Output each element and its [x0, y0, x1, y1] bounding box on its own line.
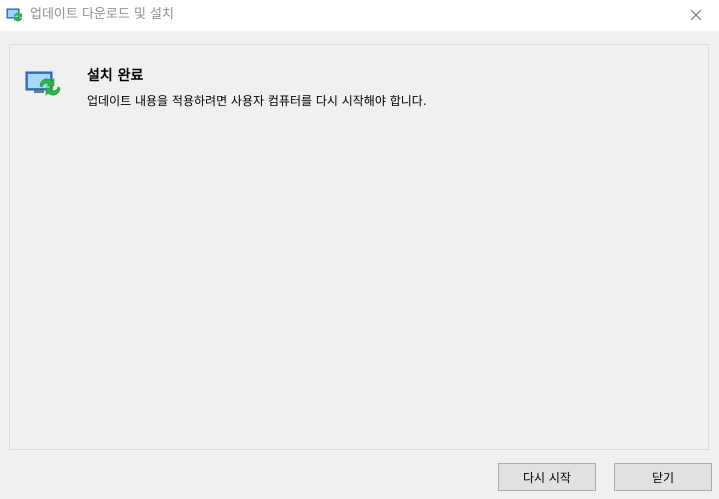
- title-bar: 업데이트 다운로드 및 설치: [0, 0, 719, 31]
- close-icon: [690, 6, 702, 25]
- content-panel: 설치 완료 업데이트 내용을 적용하려면 사용자 컴퓨터를 다시 시작해야 합니…: [9, 44, 709, 450]
- close-button[interactable]: 닫기: [614, 463, 712, 491]
- windows-update-icon: [24, 68, 64, 98]
- window-title: 업데이트 다운로드 및 설치: [30, 7, 174, 22]
- window-close-button[interactable]: [673, 0, 719, 31]
- windows-update-icon: [6, 7, 24, 23]
- restart-message: 업데이트 내용을 적용하려면 사용자 컴퓨터를 다시 시작해야 합니다.: [87, 94, 427, 108]
- heading-install-complete: 설치 완료: [87, 68, 144, 84]
- restart-button[interactable]: 다시 시작: [498, 463, 596, 491]
